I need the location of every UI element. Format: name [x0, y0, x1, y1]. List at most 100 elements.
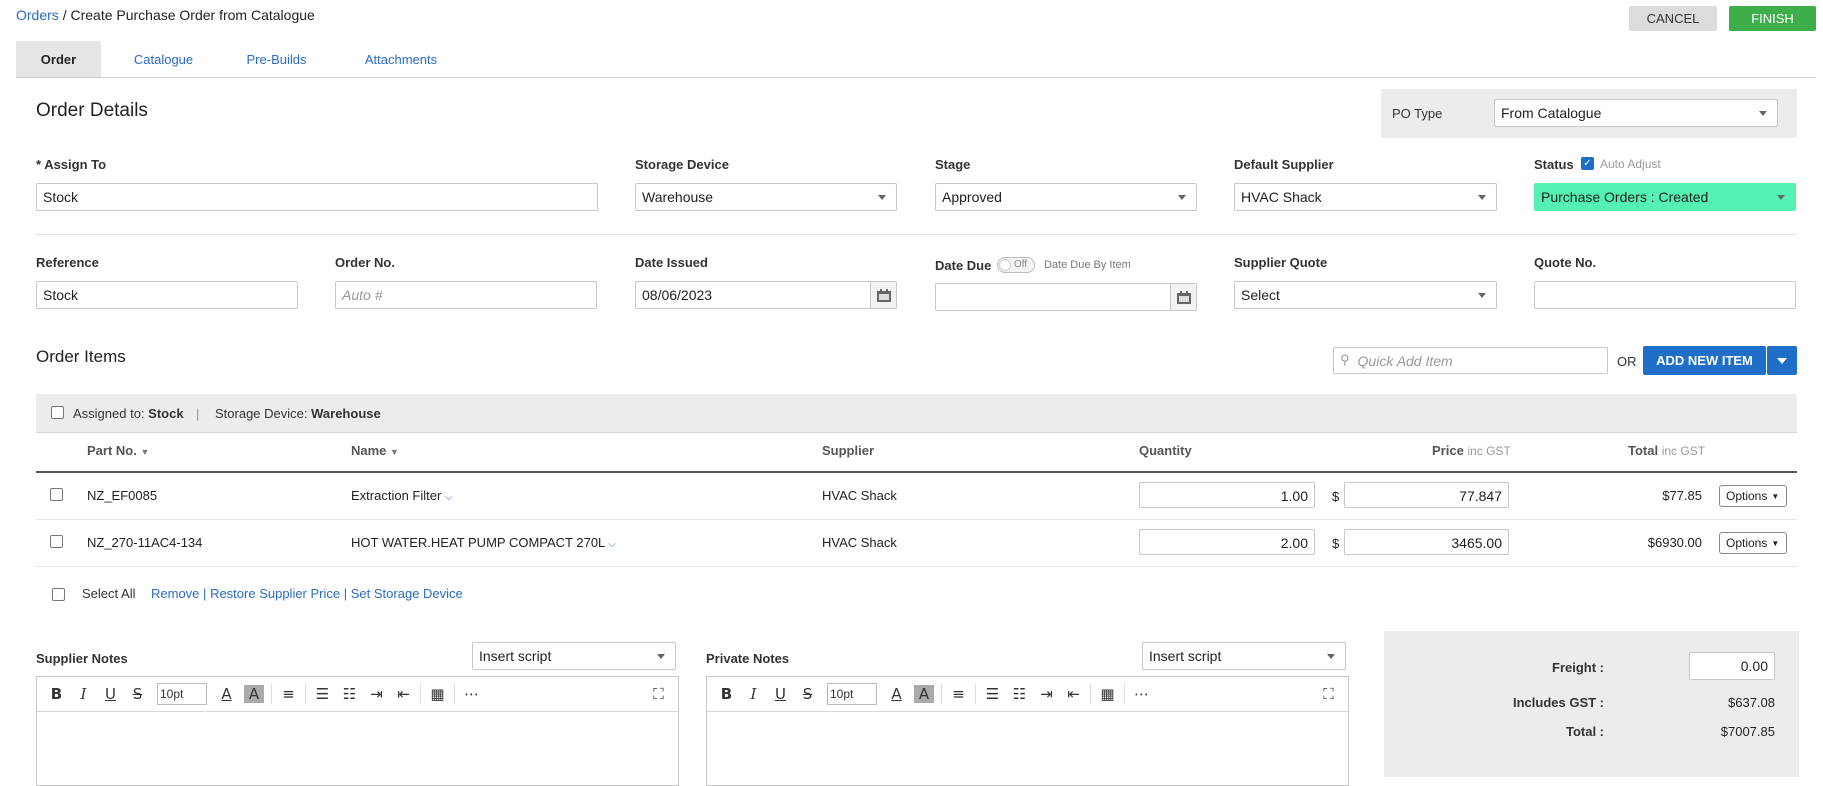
- align-icon[interactable]: ≡: [945, 685, 972, 703]
- align-icon[interactable]: ≡: [275, 685, 302, 703]
- assign-to-input[interactable]: Stock: [36, 183, 598, 211]
- tab-attachments[interactable]: Attachments: [351, 41, 451, 77]
- finish-button[interactable]: FINISH: [1729, 6, 1816, 31]
- freight-input[interactable]: 0.00: [1689, 652, 1775, 680]
- assign-to-label: * Assign To: [36, 157, 107, 172]
- fullscreen-icon[interactable]: ⛶: [645, 685, 672, 703]
- font-color-icon[interactable]: A: [883, 685, 910, 703]
- quantity-input[interactable]: 2.00: [1139, 529, 1315, 555]
- assigned-label: Assigned to:: [73, 406, 145, 421]
- outdent-icon[interactable]: ⇤: [1060, 685, 1087, 703]
- storage-device-select[interactable]: Warehouse: [635, 183, 897, 211]
- stage-select[interactable]: Approved: [935, 183, 1197, 211]
- chevron-down-icon: ⌵: [444, 492, 453, 503]
- fullscreen-icon[interactable]: ⛶: [1315, 685, 1342, 703]
- numbered-list-icon[interactable]: ☷: [1006, 685, 1033, 703]
- cancel-button[interactable]: CANCEL: [1629, 6, 1717, 31]
- tab-catalogue[interactable]: Catalogue: [116, 41, 211, 77]
- date-due-toggle[interactable]: Off: [997, 257, 1035, 273]
- price-input[interactable]: 3465.00: [1344, 529, 1509, 555]
- chevron-down-icon: ⌵: [608, 539, 617, 550]
- strikethrough-icon[interactable]: S: [794, 685, 821, 703]
- strikethrough-icon[interactable]: S: [124, 685, 151, 703]
- col-supplier: Supplier: [822, 443, 875, 458]
- table-icon[interactable]: ▦: [424, 685, 451, 703]
- indent-icon[interactable]: ⇥: [1033, 685, 1060, 703]
- restore-supplier-price-link[interactable]: Restore Supplier Price: [210, 586, 340, 601]
- bullet-list-icon[interactable]: ☰: [979, 685, 1006, 703]
- more-icon[interactable]: ⋯: [1128, 685, 1155, 703]
- row-name[interactable]: HOT WATER.HEAT PUMP COMPACT 270L ⌵: [351, 535, 616, 550]
- italic-icon[interactable]: I: [70, 685, 97, 703]
- row-supplier: HVAC Shack: [822, 535, 897, 550]
- row-checkbox[interactable]: [50, 488, 63, 501]
- more-icon[interactable]: ⋯: [458, 685, 485, 703]
- options-button[interactable]: Options ▼: [1719, 532, 1787, 554]
- select-all-checkbox[interactable]: [52, 588, 65, 601]
- calendar-icon[interactable]: [870, 282, 896, 308]
- numbered-list-icon[interactable]: ☷: [336, 685, 363, 703]
- set-storage-device-link[interactable]: Set Storage Device: [351, 586, 463, 601]
- storage-device-label: Storage Device: [635, 157, 729, 172]
- or-text: OR: [1617, 354, 1637, 369]
- order-no-input[interactable]: Auto #: [335, 281, 597, 309]
- add-new-item-dropdown[interactable]: [1767, 346, 1797, 375]
- breadcrumb-orders-link[interactable]: Orders: [16, 7, 59, 23]
- tab-pre-builds[interactable]: Pre-Builds: [234, 41, 319, 77]
- private-insert-script-select[interactable]: Insert script: [1142, 642, 1346, 670]
- row-total: $6930.00: [1647, 535, 1702, 550]
- date-due-input[interactable]: [935, 283, 1197, 311]
- bold-icon[interactable]: B: [713, 685, 740, 703]
- item-group-header: Assigned to: Stock | Storage Device: War…: [36, 394, 1797, 433]
- col-part-no[interactable]: Part No. ▼: [87, 443, 149, 458]
- calendar-icon[interactable]: [1170, 284, 1196, 310]
- font-size-select[interactable]: 10pt: [157, 683, 207, 705]
- quick-add-input[interactable]: ⚲ Quick Add Item: [1333, 347, 1608, 374]
- row-name[interactable]: Extraction Filter ⌵: [351, 488, 453, 503]
- private-notes-editor[interactable]: B I U S 10pt A A ≡ ☰ ☷ ⇥ ⇤ ▦ ⋯ ⛶: [706, 676, 1349, 786]
- auto-adjust-checkbox[interactable]: ✓: [1581, 157, 1594, 170]
- indent-icon[interactable]: ⇥: [363, 685, 390, 703]
- bullet-list-icon[interactable]: ☰: [309, 685, 336, 703]
- supplier-quote-label: Supplier Quote: [1234, 255, 1328, 270]
- reference-label: Reference: [36, 255, 99, 270]
- reference-input[interactable]: Stock: [36, 281, 298, 309]
- editor-toolbar: B I U S 10pt A A ≡ ☰ ☷ ⇥ ⇤ ▦ ⋯ ⛶: [37, 677, 678, 712]
- group-checkbox[interactable]: [51, 406, 64, 419]
- options-button[interactable]: Options ▼: [1719, 485, 1787, 507]
- table-header-rule: [36, 471, 1797, 473]
- date-due-by-item-label: Date Due By Item: [1044, 259, 1131, 271]
- highlight-icon[interactable]: A: [244, 685, 264, 703]
- table-icon[interactable]: ▦: [1094, 685, 1121, 703]
- order-details-title: Order Details: [36, 100, 148, 121]
- underline-icon[interactable]: U: [767, 685, 794, 703]
- date-issued-input[interactable]: 08/06/2023: [635, 281, 897, 309]
- quantity-input[interactable]: 1.00: [1139, 482, 1315, 508]
- row-checkbox[interactable]: [50, 535, 63, 548]
- quote-no-input[interactable]: [1534, 281, 1796, 309]
- highlight-icon[interactable]: A: [914, 685, 934, 703]
- breadcrumb-separator: /: [62, 7, 67, 23]
- remove-link[interactable]: Remove: [151, 586, 199, 601]
- italic-icon[interactable]: I: [740, 685, 767, 703]
- col-total: Total inc GST: [1628, 443, 1706, 458]
- default-supplier-select[interactable]: HVAC Shack: [1234, 183, 1497, 211]
- col-quantity: Quantity: [1139, 443, 1192, 458]
- status-select[interactable]: Purchase Orders : Created: [1534, 183, 1796, 211]
- supplier-insert-script-select[interactable]: Insert script: [472, 642, 676, 670]
- tab-order[interactable]: Order: [16, 41, 101, 77]
- price-input[interactable]: 77.847: [1344, 482, 1509, 508]
- add-new-item-button[interactable]: ADD NEW ITEM: [1643, 346, 1766, 375]
- toggle-off-text: Off: [1014, 259, 1028, 270]
- outdent-icon[interactable]: ⇤: [390, 685, 417, 703]
- underline-icon[interactable]: U: [97, 685, 124, 703]
- auto-adjust-label: Auto Adjust: [1600, 157, 1661, 171]
- po-type-select[interactable]: From Catalogue: [1494, 99, 1778, 127]
- bold-icon[interactable]: B: [43, 685, 70, 703]
- col-name[interactable]: Name ▼: [351, 443, 399, 458]
- supplier-notes-editor[interactable]: B I U S 10pt A A ≡ ☰ ☷ ⇥ ⇤ ▦ ⋯ ⛶: [36, 676, 679, 786]
- font-size-select[interactable]: 10pt: [827, 683, 877, 705]
- row-total: $77.85: [1662, 488, 1702, 503]
- font-color-icon[interactable]: A: [213, 685, 240, 703]
- supplier-quote-select[interactable]: Select: [1234, 281, 1497, 309]
